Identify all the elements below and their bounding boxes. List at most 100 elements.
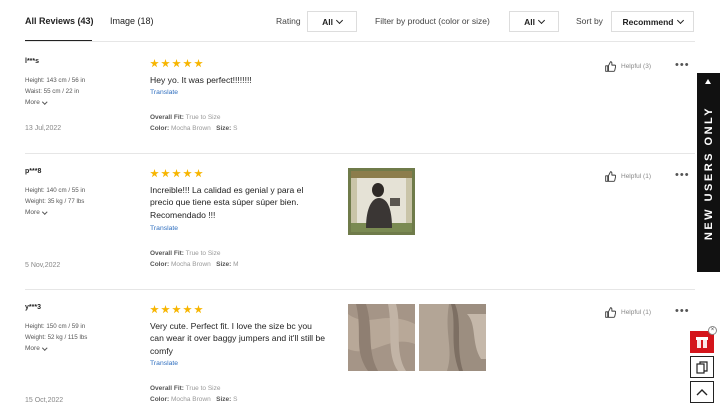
rating-dropdown[interactable]: All xyxy=(307,11,357,32)
reviewer-height: Height: 140 cm / 55 in xyxy=(25,187,86,194)
thumbs-up-icon xyxy=(605,171,616,182)
star-icon xyxy=(172,169,181,178)
chevron-down-icon xyxy=(42,345,48,350)
fit-label: Overall Fit: xyxy=(150,385,184,392)
product-dropdown-value: All xyxy=(524,16,535,27)
star-icon xyxy=(183,59,192,68)
review-photo-image xyxy=(348,304,415,371)
color-value: Mocha Brown xyxy=(170,396,211,403)
reviewer-height: Height: 150 cm / 59 in xyxy=(25,323,86,330)
overall-fit: Overall Fit: True to Size xyxy=(150,114,220,121)
star-rating xyxy=(150,169,203,178)
star-rating xyxy=(150,59,203,68)
helpful-count: Helpful (1) xyxy=(621,173,651,180)
star-icon xyxy=(161,305,170,314)
star-icon xyxy=(194,169,203,178)
tab-all-reviews[interactable]: All Reviews (43) xyxy=(25,16,94,26)
rating-filter-label: Rating xyxy=(276,16,301,26)
fit-label: Overall Fit: xyxy=(150,114,184,121)
star-icon xyxy=(161,169,170,178)
star-icon xyxy=(194,305,203,314)
reviewer-name: p***8 xyxy=(25,168,42,175)
copy-icon xyxy=(696,360,708,374)
star-rating xyxy=(150,305,203,314)
fit-value: True to Size xyxy=(185,250,221,257)
new-users-banner[interactable]: NEW USERS ONLY xyxy=(697,73,720,272)
star-icon xyxy=(172,305,181,314)
translate-link[interactable]: Translate xyxy=(150,225,178,232)
review-item: y***3 Height: 150 cm / 59 in Weight: 52 … xyxy=(25,304,695,409)
chevron-down-icon xyxy=(676,16,684,24)
color-size: Color: Mocha Brown Size: S xyxy=(150,125,237,132)
review-photo[interactable] xyxy=(419,304,486,371)
reviewer-weight: Weight: 35 kg / 77 lbs xyxy=(25,198,85,205)
reviews-filter-bar: All Reviews (43) Image (18) Rating All F… xyxy=(0,0,720,44)
thumbs-up-icon xyxy=(605,61,616,72)
translate-link[interactable]: Translate xyxy=(150,360,178,367)
chevron-down-icon xyxy=(537,16,545,24)
reviewer-waist: Waist: 55 cm / 22 in xyxy=(25,88,80,95)
review-date: 13 Jul,2022 xyxy=(25,125,62,132)
translate-link[interactable]: Translate xyxy=(150,89,178,96)
helpful-count: Helpful (1) xyxy=(621,309,651,316)
sort-dropdown[interactable]: Recommend xyxy=(611,11,694,32)
color-value: Mocha Brown xyxy=(170,125,211,132)
thumbs-up-icon xyxy=(605,307,616,318)
review-date: 15 Oct,2022 xyxy=(25,397,64,404)
fit-value: True to Size xyxy=(185,385,221,392)
helpful-button[interactable]: Helpful (1) xyxy=(605,171,651,182)
back-to-top-button[interactable] xyxy=(690,381,714,403)
star-icon xyxy=(183,305,192,314)
more-toggle[interactable]: More xyxy=(25,99,48,106)
overall-fit: Overall Fit: True to Size xyxy=(150,250,220,257)
chevron-down-icon xyxy=(42,209,48,214)
tab-image[interactable]: Image (18) xyxy=(110,16,154,26)
star-icon xyxy=(150,169,159,178)
more-options-icon[interactable]: ••• xyxy=(675,60,690,71)
review-photo[interactable] xyxy=(348,168,415,235)
more-label: More xyxy=(25,99,40,106)
compare-button[interactable] xyxy=(690,356,714,378)
review-photo-image xyxy=(419,304,486,371)
review-text: Hey yo. It was perfect!!!!!!!! xyxy=(150,75,252,85)
review-date: 5 Nov,2022 xyxy=(25,262,61,269)
review-text: Very cute. Perfect fit. I love the size … xyxy=(150,321,326,356)
close-icon[interactable]: × xyxy=(708,326,717,335)
reviewer-name: y***3 xyxy=(25,304,41,311)
size-value: S xyxy=(233,396,238,403)
star-icon xyxy=(194,59,203,68)
more-toggle[interactable]: More xyxy=(25,345,48,352)
product-dropdown[interactable]: All xyxy=(509,11,559,32)
helpful-button[interactable]: Helpful (3) xyxy=(605,61,651,72)
chevron-down-icon xyxy=(335,16,343,24)
review-item: l***s Height: 143 cm / 56 in Waist: 55 c… xyxy=(25,58,695,144)
color-label: Color: xyxy=(150,125,170,132)
divider xyxy=(25,289,695,290)
overall-fit: Overall Fit: True to Size xyxy=(150,385,220,392)
star-icon xyxy=(183,169,192,178)
fit-label: Overall Fit: xyxy=(150,250,184,257)
star-icon xyxy=(150,305,159,314)
size-label: Size: xyxy=(216,261,232,268)
review-photo[interactable] xyxy=(348,304,415,371)
review-item: p***8 Height: 140 cm / 55 in Weight: 35 … xyxy=(25,168,695,276)
color-label: Color: xyxy=(150,261,170,268)
fit-value: True to Size xyxy=(185,114,221,121)
star-icon xyxy=(172,59,181,68)
more-options-icon[interactable]: ••• xyxy=(675,170,690,181)
size-label: Size: xyxy=(216,125,232,132)
helpful-button[interactable]: Helpful (1) xyxy=(605,307,651,318)
more-options-icon[interactable]: ••• xyxy=(675,306,690,317)
review-text: Increible!!! La calidad es genial y para… xyxy=(150,185,304,220)
reviewer-weight: Weight: 52 kg / 115 lbs xyxy=(25,334,88,341)
product-filter-label: Filter by product (color or size) xyxy=(375,16,490,26)
chevron-up-icon xyxy=(696,389,708,396)
more-toggle[interactable]: More xyxy=(25,209,48,216)
divider xyxy=(25,153,695,154)
sort-label: Sort by xyxy=(576,16,603,26)
size-label: Size: xyxy=(216,396,232,403)
more-label: More xyxy=(25,209,40,216)
color-size: Color: Mocha Brown Size: M xyxy=(150,261,239,268)
chevron-down-icon xyxy=(42,99,48,104)
color-label: Color: xyxy=(150,396,170,403)
